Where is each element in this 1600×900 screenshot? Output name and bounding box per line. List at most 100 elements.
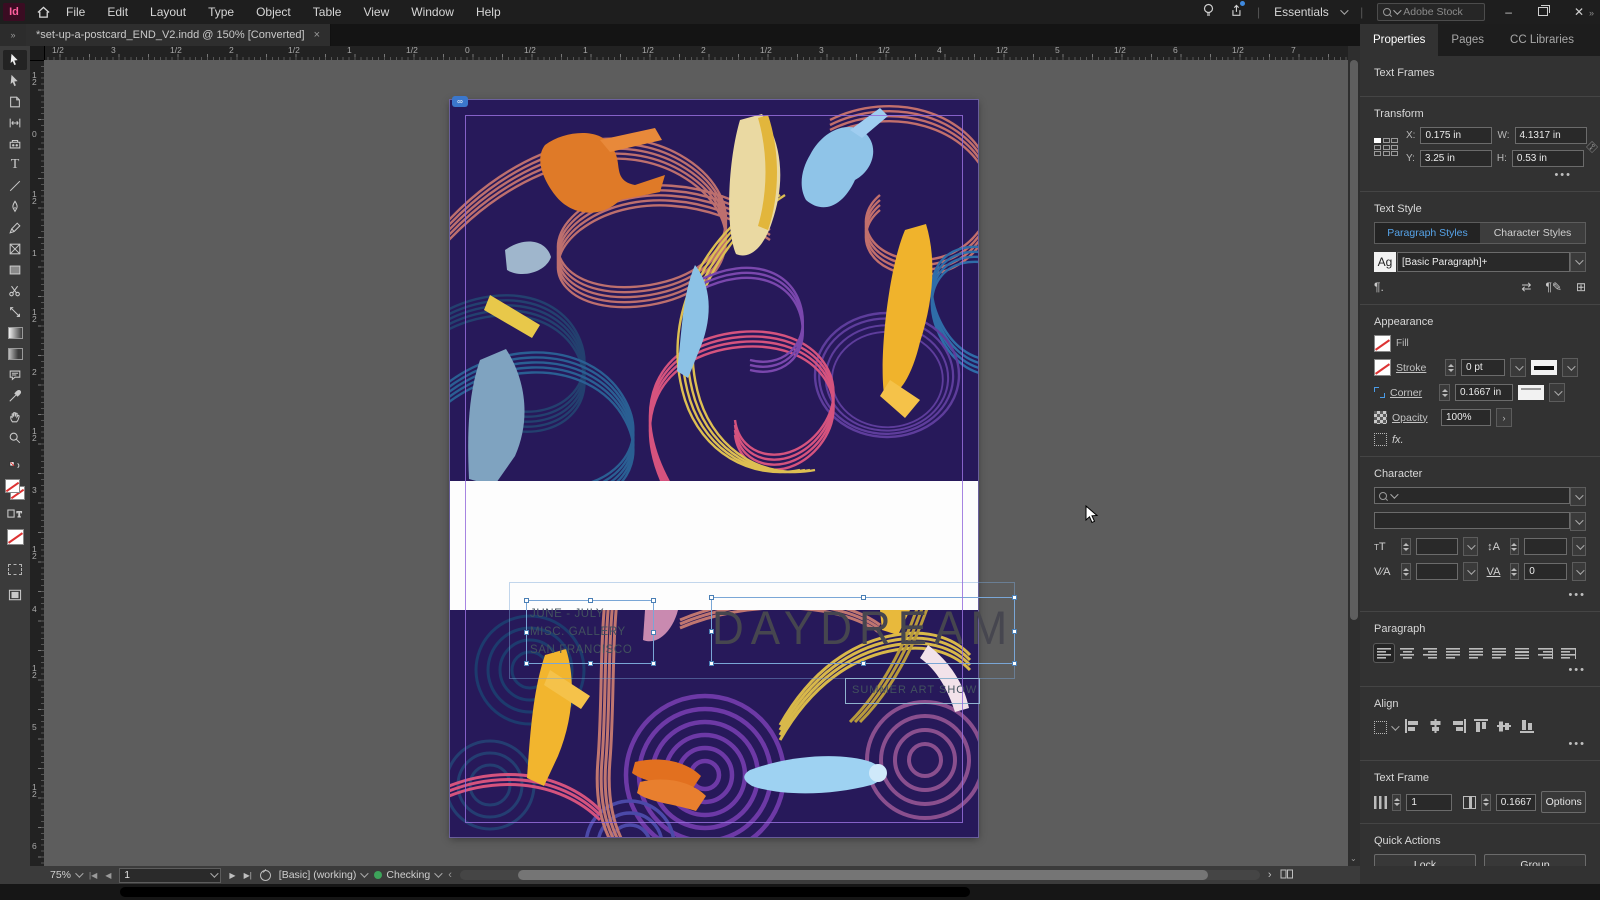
indesign-logo[interactable]: Id (3, 3, 25, 21)
pencil-tool[interactable] (3, 218, 27, 238)
frame-tool[interactable] (3, 239, 27, 259)
reference-point-grid[interactable] (1374, 138, 1398, 156)
line-tool[interactable] (3, 176, 27, 196)
effects-icon[interactable]: fx. (1392, 434, 1404, 446)
horizontal-scrollbar[interactable] (459, 870, 1260, 880)
postcard-page[interactable]: JUNE - JULY MISC. GALLERY SAN FRANCISCO … (449, 96, 1017, 838)
restore-button[interactable] (1532, 0, 1554, 24)
corner-link[interactable]: Corner (1390, 387, 1434, 399)
minimize-button[interactable]: – (1499, 0, 1518, 24)
zoom-level-dropdown[interactable]: 75% (50, 869, 84, 881)
font-size-field[interactable] (1415, 538, 1459, 555)
justify-left-button[interactable] (1443, 644, 1463, 662)
stroke-weight-stepper[interactable] (1445, 359, 1456, 376)
menu-layout[interactable]: Layout (139, 0, 197, 24)
vertical-scrollbar[interactable]: ⌄ (1348, 46, 1360, 866)
text-frame-options-button[interactable]: Options (1541, 791, 1586, 813)
workspace-switcher[interactable]: Essentials (1274, 5, 1349, 19)
tracking-dropdown-icon[interactable] (1571, 562, 1586, 581)
align-to-dropdown[interactable] (1374, 721, 1400, 734)
hand-tool[interactable] (3, 407, 27, 427)
previous-page-button[interactable]: ◀ (105, 871, 111, 880)
x-position-field[interactable]: 0.175 in (1420, 127, 1493, 144)
page-number-field[interactable]: 1 (119, 867, 222, 883)
document-tab[interactable]: *set-up-a-postcard_END_V2.indd @ 150% [C… (26, 24, 332, 46)
align-horizontal-centers-button[interactable] (1428, 719, 1443, 736)
gradient-swatch-tool[interactable] (3, 323, 27, 343)
font-size-stepper[interactable] (1401, 538, 1411, 555)
details-text-frame[interactable]: JUNE - JULY MISC. GALLERY SAN FRANCISCO (524, 598, 656, 666)
tab-pages[interactable]: Pages (1438, 24, 1497, 56)
close-button[interactable]: ✕ (1568, 0, 1590, 24)
align-center-button[interactable] (1397, 644, 1417, 662)
kerning-field[interactable] (1415, 563, 1459, 580)
leading-dropdown-icon[interactable] (1571, 537, 1586, 556)
scroll-left-icon[interactable]: ‹ (448, 869, 452, 881)
align-more-options-icon[interactable]: ••• (1374, 736, 1586, 750)
font-family-dropdown-icon[interactable] (1570, 487, 1586, 506)
home-icon[interactable] (31, 2, 55, 22)
transform-more-options-icon[interactable]: ••• (1374, 167, 1586, 181)
menu-help[interactable]: Help (465, 0, 512, 24)
menu-table[interactable]: Table (302, 0, 353, 24)
direct-selection-tool[interactable] (3, 71, 27, 91)
align-right-button[interactable] (1420, 644, 1440, 662)
subtitle-text-frame[interactable]: SUMMER ART SHOW (845, 678, 980, 704)
view-options-icon[interactable] (3, 559, 27, 579)
justify-all-button[interactable] (1512, 644, 1532, 662)
redefine-style-icon[interactable]: ⇄ (1521, 280, 1531, 294)
gap-tool[interactable] (3, 113, 27, 133)
paragraph-style-dropdown[interactable]: [Basic Paragraph]+ (1397, 252, 1570, 272)
columns-field[interactable]: 1 (1406, 793, 1453, 811)
align-vertical-centers-button[interactable] (1497, 719, 1512, 736)
menu-type[interactable]: Type (197, 0, 245, 24)
preflight-profile-dropdown[interactable]: [Basic] (working) (279, 869, 370, 881)
align-bottom-edges-button[interactable] (1520, 719, 1535, 736)
corner-radius-stepper[interactable] (1439, 384, 1450, 401)
menu-window[interactable]: Window (400, 0, 465, 24)
font-size-dropdown-icon[interactable] (1463, 537, 1478, 556)
scroll-down-icon[interactable]: ⌄ (1350, 854, 1357, 863)
kerning-stepper[interactable] (1401, 563, 1411, 580)
scissors-tool[interactable] (3, 281, 27, 301)
corner-style-swatch[interactable] (1518, 385, 1544, 400)
font-style-dropdown-icon[interactable] (1570, 512, 1586, 531)
note-tool[interactable] (3, 365, 27, 385)
align-left-button[interactable] (1373, 643, 1395, 663)
opacity-link[interactable]: Opacity (1392, 412, 1436, 424)
kerning-dropdown-icon[interactable] (1463, 562, 1478, 581)
swap-fill-stroke-icon[interactable] (3, 456, 27, 476)
postcard-text-band[interactable]: JUNE - JULY MISC. GALLERY SAN FRANCISCO … (450, 481, 1017, 704)
menu-file[interactable]: File (55, 0, 96, 24)
font-family-dropdown[interactable] (1374, 487, 1570, 504)
character-styles-tab[interactable]: Character Styles (1480, 223, 1585, 243)
free-transform-tool[interactable] (3, 302, 27, 322)
leading-stepper[interactable] (1509, 538, 1520, 555)
tab-close-icon[interactable]: × (314, 29, 320, 41)
stroke-link[interactable]: Stroke (1396, 362, 1440, 374)
justify-right-button[interactable] (1489, 644, 1509, 662)
tracking-stepper[interactable] (1509, 563, 1520, 580)
justify-center-button[interactable] (1466, 644, 1486, 662)
pen-tool[interactable] (3, 197, 27, 217)
screen-mode-icon[interactable] (3, 585, 27, 605)
preflight-status-dropdown[interactable]: Checking (374, 869, 443, 881)
opacity-field[interactable]: 100% (1441, 409, 1491, 426)
horizontal-scrollbar-thumb[interactable] (517, 870, 1208, 880)
menu-view[interactable]: View (352, 0, 400, 24)
tab-properties[interactable]: Properties (1360, 24, 1439, 56)
apply-none-swatch[interactable] (3, 525, 27, 549)
formatting-affects-buttons[interactable]: T (3, 504, 27, 524)
search-input[interactable]: Adobe Stock (1377, 3, 1486, 21)
stroke-weight-dropdown-icon[interactable] (1510, 358, 1526, 377)
vertical-ruler[interactable]: 1 201 211 221 231 241 251 26 (30, 60, 45, 866)
stroke-swatch[interactable] (1374, 359, 1391, 376)
content-collector-tool[interactable] (3, 134, 27, 154)
gutter-field[interactable]: 0.1667 (1495, 793, 1537, 811)
new-style-icon[interactable]: ⊞ (1576, 280, 1586, 294)
align-left-edges-button[interactable] (1405, 719, 1420, 736)
share-icon[interactable] (1229, 1, 1245, 21)
fill-swatch[interactable] (1374, 335, 1391, 352)
scroll-right-icon[interactable]: › (1268, 869, 1272, 881)
font-style-dropdown[interactable] (1374, 512, 1570, 529)
